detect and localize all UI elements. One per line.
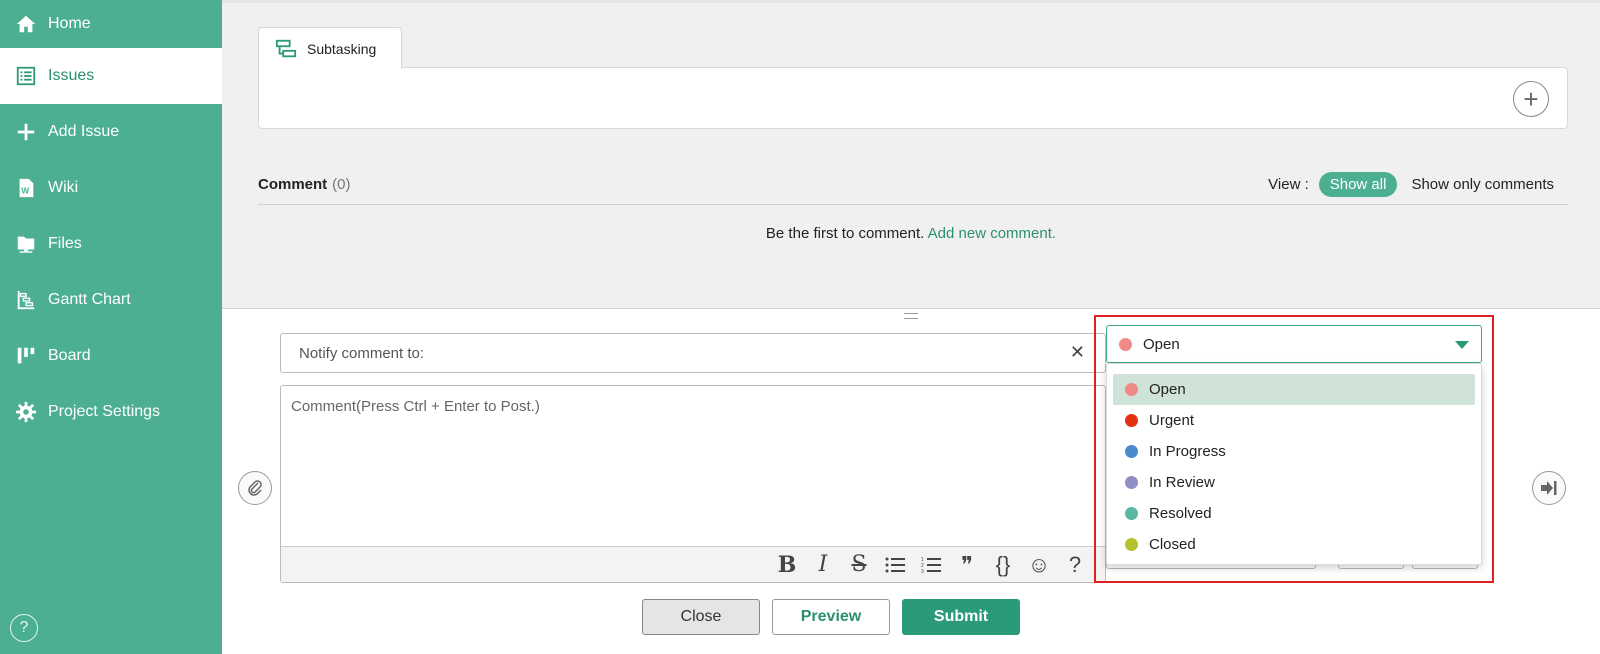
- sidebar-item-issues[interactable]: Issues: [0, 48, 222, 104]
- sidebar-item-label: Project Settings: [48, 403, 161, 420]
- comment-textarea[interactable]: Comment(Press Ctrl + Enter to Post.) B I…: [280, 385, 1106, 583]
- add-subtask-button[interactable]: +: [1513, 81, 1549, 117]
- sidebar-item-board[interactable]: Board: [0, 328, 222, 384]
- comment-editor-area: Notify comment to: ✕ Comment(Press Ctrl …: [222, 308, 1600, 654]
- subtasking-panel: +: [258, 67, 1568, 129]
- comment-placeholder: Comment(Press Ctrl + Enter to Post.): [291, 398, 540, 415]
- strikethrough-button[interactable]: S: [841, 547, 877, 583]
- code-button[interactable]: {}: [985, 547, 1021, 583]
- gear-icon: [14, 400, 38, 424]
- markup-help-button[interactable]: ?: [1057, 547, 1093, 583]
- sidebar-item-add-issue[interactable]: Add Issue: [0, 104, 222, 160]
- issue-detail-area: Subtasking + Comment (0) View : Show all…: [222, 0, 1600, 308]
- plus-icon: [14, 120, 38, 144]
- comment-count: (0): [332, 176, 351, 193]
- help-button[interactable]: ?: [10, 614, 38, 642]
- sidebar-item-label: Issues: [48, 67, 95, 84]
- view-filter: View : Show all Show only comments: [1268, 172, 1568, 197]
- sidebar-item-label: Wiki: [48, 179, 79, 196]
- bold-button[interactable]: B: [769, 547, 805, 583]
- sidebar: Home Issues Add Issue W Wiki Files Gantt…: [0, 0, 222, 654]
- add-new-comment-link[interactable]: Add new comment.: [928, 225, 1056, 242]
- editor-toolbar: B I S 123 ❞ {} ☺ ?: [281, 546, 1105, 582]
- gantt-icon: [14, 288, 38, 312]
- sidebar-item-project-settings[interactable]: Project Settings: [0, 384, 222, 440]
- svg-text:W: W: [21, 187, 29, 196]
- collapse-panel-button[interactable]: [1532, 471, 1566, 505]
- plus-icon: +: [1523, 84, 1539, 114]
- preview-button[interactable]: Preview: [772, 599, 890, 635]
- comment-header: Comment (0) View : Show all Show only co…: [258, 165, 1568, 205]
- italic-button[interactable]: I: [805, 547, 841, 583]
- show-all-button[interactable]: Show all: [1318, 172, 1398, 197]
- notify-label: Notify comment to:: [299, 344, 425, 362]
- empty-comment-text: Be the first to comment.: [765, 225, 925, 242]
- sidebar-item-label: Gantt Chart: [48, 291, 131, 308]
- empty-comment-message: Be the first to comment. Add new comment…: [222, 225, 1600, 242]
- sidebar-item-label: Home: [48, 15, 91, 32]
- comment-title: Comment: [258, 176, 328, 193]
- sidebar-item-gantt-chart[interactable]: Gantt Chart: [0, 272, 222, 328]
- wiki-icon: W: [14, 176, 38, 200]
- sidebar-item-files[interactable]: Files: [0, 216, 222, 272]
- attach-file-button[interactable]: [238, 471, 272, 505]
- tab-label: Subtasking: [307, 40, 377, 57]
- sidebar-item-label: Files: [48, 235, 82, 252]
- quote-button[interactable]: ❞: [949, 547, 985, 583]
- list-icon: [14, 64, 38, 88]
- submit-button[interactable]: Submit: [902, 599, 1020, 635]
- close-button[interactable]: Close: [642, 599, 760, 635]
- subtask-icon: [275, 39, 297, 57]
- home-icon: [14, 12, 38, 36]
- view-label: View :: [1268, 176, 1309, 193]
- sidebar-item-home[interactable]: Home: [0, 0, 222, 48]
- paperclip-icon: [248, 480, 262, 496]
- arrow-right-bar-icon: [1541, 481, 1557, 495]
- sidebar-item-label: Add Issue: [48, 123, 120, 140]
- help-icon: ?: [19, 619, 29, 636]
- folder-icon: [14, 232, 38, 256]
- sidebar-item-label: Board: [48, 347, 91, 364]
- resize-handle[interactable]: [904, 313, 918, 319]
- sidebar-item-wiki[interactable]: W Wiki: [0, 160, 222, 216]
- numbered-list-icon[interactable]: 123: [913, 547, 949, 583]
- tab-subtasking[interactable]: Subtasking: [258, 27, 402, 69]
- notify-field[interactable]: Notify comment to: ✕: [280, 333, 1106, 373]
- bulleted-list-icon[interactable]: [877, 547, 913, 583]
- clear-notify-icon[interactable]: ✕: [1070, 342, 1085, 363]
- board-icon: [14, 344, 38, 368]
- show-only-comments-button[interactable]: Show only comments: [1411, 176, 1554, 193]
- svg-text:3: 3: [921, 569, 924, 574]
- highlight-box: [1094, 315, 1494, 583]
- emoji-button[interactable]: ☺: [1021, 547, 1057, 583]
